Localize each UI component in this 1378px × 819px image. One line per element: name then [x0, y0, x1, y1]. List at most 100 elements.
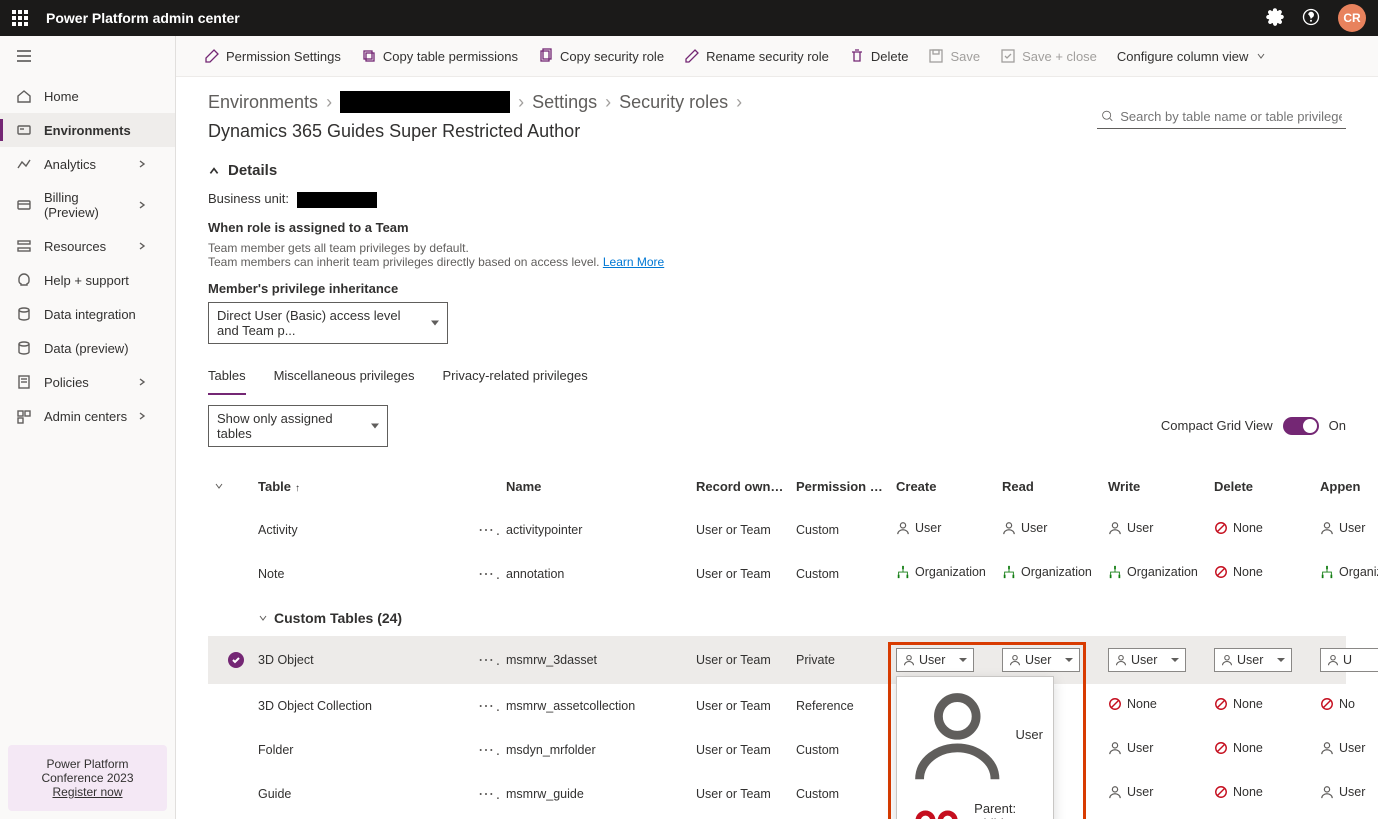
sidebar-item-resources[interactable]: Resources — [0, 229, 175, 263]
promo-card: Power Platform Conference 2023 Register … — [8, 745, 167, 811]
privilege-dropdown[interactable]: User — [1108, 648, 1186, 672]
command-bar: Permission Settings Copy table permissio… — [176, 36, 1378, 77]
grid-header: Table↑ Name Record owner... Permission S… — [208, 465, 1346, 508]
sidebar-item-billing[interactable]: Billing (Preview) — [0, 181, 175, 229]
privilege-grid: Table↑ Name Record owner... Permission S… — [208, 465, 1346, 819]
privilege-dropdown[interactable]: User — [1214, 648, 1292, 672]
tabs: Tables Miscellaneous privileges Privacy-… — [208, 364, 1346, 395]
breadcrumb: Environments› › Settings› Security roles… — [208, 91, 1081, 142]
sidebar-item-datapreview[interactable]: Data (preview) — [0, 331, 175, 365]
privilege-cell[interactable]: None — [1214, 565, 1263, 579]
app-launcher-icon[interactable] — [12, 10, 28, 26]
sidebar-item-home[interactable]: Home — [0, 79, 175, 113]
col-write[interactable]: Write — [1102, 475, 1208, 498]
col-delete[interactable]: Delete — [1208, 475, 1314, 498]
privilege-cell[interactable]: User — [1320, 741, 1365, 755]
privilege-cell[interactable]: None — [1108, 697, 1157, 711]
col-owner[interactable]: Record owner... — [690, 475, 790, 498]
search-icon — [1101, 109, 1114, 123]
table-row: 3D Object Collection⋯msmrw_assetcollecti… — [208, 684, 1346, 728]
rename-button[interactable]: Rename security role — [680, 44, 833, 68]
breadcrumb-settings[interactable]: Settings — [532, 92, 597, 113]
col-append[interactable]: Appen — [1314, 475, 1378, 498]
learn-more-link[interactable]: Learn More — [603, 255, 664, 269]
privilege-cell[interactable]: User — [896, 521, 941, 535]
tab-tables[interactable]: Tables — [208, 364, 246, 395]
chevron-up-icon — [208, 165, 220, 177]
privilege-cell[interactable]: No — [1320, 697, 1355, 711]
search-input[interactable] — [1120, 109, 1342, 124]
user-avatar[interactable]: CR — [1338, 4, 1366, 32]
table-row: Guide⋯msmrw_guideUser or TeamCustomUserN… — [208, 772, 1346, 816]
copy-security-role-button[interactable]: Copy security role — [534, 44, 668, 68]
compact-grid-toggle[interactable]: Compact Grid View On — [1161, 417, 1346, 435]
privilege-dropdown-menu[interactable]: UserParent: Child Business UnitOrganizat… — [896, 676, 1054, 819]
hamburger-icon[interactable] — [0, 36, 175, 79]
sidebar-item-policies[interactable]: Policies — [0, 365, 175, 399]
app-title: Power Platform admin center — [46, 10, 1266, 26]
global-header: Power Platform admin center CR — [0, 0, 1378, 36]
privilege-cell[interactable]: User — [1108, 785, 1153, 799]
privilege-cell[interactable]: None — [1214, 741, 1263, 755]
privilege-dropdown[interactable]: User — [1002, 648, 1080, 672]
business-unit-field: Business unit: — [208, 191, 1346, 208]
row-more-icon[interactable]: ⋯ — [472, 780, 500, 808]
privilege-cell[interactable]: None — [1214, 785, 1263, 799]
row-more-icon[interactable]: ⋯ — [472, 646, 500, 674]
row-more-icon[interactable]: ⋯ — [472, 692, 500, 720]
privilege-cell[interactable]: User — [1320, 521, 1365, 535]
col-create[interactable]: Create — [890, 475, 996, 498]
sidebar-item-help[interactable]: Help + support — [0, 263, 175, 297]
privilege-cell[interactable]: Organization — [1002, 565, 1092, 579]
privilege-cell[interactable]: Organization — [896, 565, 986, 579]
permission-settings-button[interactable]: Permission Settings — [200, 44, 345, 68]
privilege-dropdown[interactable]: U — [1320, 648, 1378, 672]
privilege-cell[interactable]: Organization — [1320, 565, 1378, 579]
help-icon[interactable] — [1302, 8, 1320, 29]
privilege-cell[interactable]: User — [1108, 521, 1153, 535]
table-filter-select[interactable]: Show only assigned tables — [208, 405, 388, 447]
privilege-cell[interactable]: None — [1214, 521, 1263, 535]
copy-table-permissions-button[interactable]: Copy table permissions — [357, 44, 522, 68]
row-more-icon[interactable]: ⋯ — [472, 516, 500, 544]
promo-link[interactable]: Register now — [52, 785, 122, 799]
option-user[interactable]: User — [897, 677, 1053, 794]
col-name[interactable]: Name — [500, 475, 690, 498]
table-row: 3D Object⋯msmrw_3dassetUser or TeamPriva… — [208, 636, 1346, 684]
sidebar-item-analytics[interactable]: Analytics — [0, 147, 175, 181]
option-parent[interactable]: Parent: Child Business Unit — [897, 793, 1053, 819]
tab-misc[interactable]: Miscellaneous privileges — [274, 364, 415, 395]
privilege-cell[interactable]: User — [1002, 521, 1047, 535]
privilege-cell[interactable]: None — [1214, 697, 1263, 711]
breadcrumb-security-roles[interactable]: Security roles — [619, 92, 728, 113]
search-box[interactable] — [1097, 105, 1346, 129]
settings-icon[interactable] — [1266, 8, 1284, 29]
col-read[interactable]: Read — [996, 475, 1102, 498]
sidebar: Home Environments Analytics Billing (Pre… — [0, 36, 176, 819]
col-perm[interactable]: Permission S... — [790, 475, 890, 498]
sidebar-item-admincenters[interactable]: Admin centers — [0, 399, 175, 433]
chevron-down-icon — [258, 613, 268, 623]
row-more-icon[interactable]: ⋯ — [472, 736, 500, 764]
breadcrumb-environments[interactable]: Environments — [208, 92, 318, 113]
delete-button[interactable]: Delete — [845, 44, 913, 68]
row-selected-icon[interactable] — [228, 652, 244, 668]
privilege-cell[interactable]: User — [1320, 785, 1365, 799]
row-more-icon[interactable]: ⋯ — [472, 560, 500, 588]
configure-column-view-button[interactable]: Configure column view — [1113, 45, 1271, 68]
privilege-cell[interactable]: Organization — [1108, 565, 1198, 579]
privilege-dropdown[interactable]: User — [896, 648, 974, 672]
sidebar-item-dataintegration[interactable]: Data integration — [0, 297, 175, 331]
toggle-switch[interactable] — [1283, 417, 1319, 435]
chevron-down-icon[interactable] — [214, 481, 224, 491]
group-custom-tables[interactable]: Custom Tables (24) — [208, 596, 1346, 636]
privilege-cell[interactable]: User — [1108, 741, 1153, 755]
details-heading[interactable]: Details — [208, 162, 1346, 179]
col-table[interactable]: Table↑ — [252, 475, 472, 498]
table-row: Guide Author Session⋯msdyn_guideauthorse… — [208, 816, 1346, 819]
save-button: Save — [924, 44, 984, 68]
sidebar-item-environments[interactable]: Environments — [0, 113, 175, 147]
tab-privacy[interactable]: Privacy-related privileges — [442, 364, 587, 395]
inheritance-select[interactable]: Direct User (Basic) access level and Tea… — [208, 302, 448, 344]
save-close-button: Save + close — [996, 44, 1101, 68]
